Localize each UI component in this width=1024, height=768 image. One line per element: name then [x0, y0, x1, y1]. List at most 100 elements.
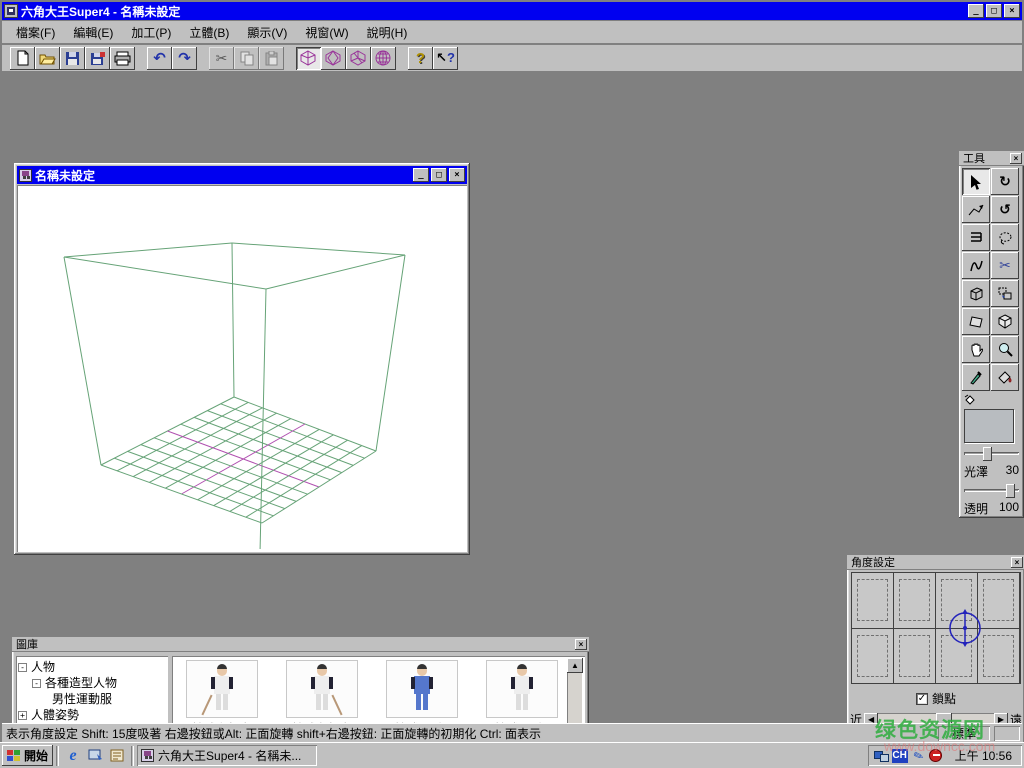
- rotate-ccw-tool-button[interactable]: ↺: [991, 196, 1019, 223]
- display-mode-hidden-line-button[interactable]: [321, 47, 346, 70]
- status-message: 表示角度設定 Shift: 15度吸著 右邊按鈕或Alt: 正面旋轉 shift…: [2, 725, 938, 742]
- align-tool-button[interactable]: [962, 224, 990, 251]
- menu-file[interactable]: 檔案(F): [8, 21, 63, 44]
- display-mode-textured-button[interactable]: [371, 47, 396, 70]
- expand-icon[interactable]: +: [18, 711, 27, 720]
- tools-close-icon[interactable]: ×: [1010, 153, 1022, 164]
- paste-button[interactable]: [259, 47, 284, 70]
- solid-tool-button[interactable]: [962, 280, 990, 307]
- angle-marker-icon[interactable]: [942, 605, 988, 654]
- shaded-cube-icon: [350, 50, 367, 66]
- point-edit-icon: [968, 203, 984, 217]
- copy-button[interactable]: [234, 47, 259, 70]
- menu-window[interactable]: 視窗(W): [297, 21, 356, 44]
- start-button[interactable]: 開始: [2, 745, 53, 766]
- status-bar: 表示角度設定 Shift: 15度吸著 右邊按鈕或Alt: 正面旋轉 shift…: [2, 723, 1022, 742]
- open-file-button[interactable]: [35, 47, 60, 70]
- maximize-button[interactable]: □: [986, 4, 1002, 18]
- gloss-slider[interactable]: [964, 447, 1019, 461]
- menu-view[interactable]: 顯示(V): [239, 21, 295, 44]
- transparency-slider[interactable]: [964, 484, 1019, 498]
- task-app-icon: [141, 749, 154, 762]
- help-button[interactable]: ?: [408, 47, 433, 70]
- collapse-icon[interactable]: -: [18, 663, 27, 672]
- material-color-swatch[interactable]: [964, 409, 1014, 443]
- task-button-active[interactable]: 六角大王Super4 - 名稱未...: [137, 745, 317, 766]
- cut-button[interactable]: ✂: [209, 47, 234, 70]
- angle-settings-palette[interactable]: 角度設定 × ✓ 鎖點 近 ◀ ▶ 遠 鏡頭: [847, 555, 1024, 748]
- angle-grid[interactable]: [851, 572, 1021, 684]
- tree-item-characters[interactable]: - 人物: [18, 659, 166, 675]
- doc-minimize-button[interactable]: _: [413, 168, 429, 182]
- select-tool-button[interactable]: [962, 168, 990, 195]
- tree-item-various-figures[interactable]: - 各種造型人物: [32, 675, 166, 691]
- show-desktop-icon[interactable]: [86, 747, 104, 765]
- scroll-up-icon[interactable]: ▲: [567, 658, 583, 673]
- document-icon: [19, 169, 32, 182]
- lasso-tool-button[interactable]: [991, 224, 1019, 251]
- toolbar: ↶ ↷ ✂ ? ↖?: [2, 45, 1022, 72]
- primitive-tool-button[interactable]: [991, 308, 1019, 335]
- angle-palette-title: 角度設定: [851, 554, 895, 570]
- doc-maximize-button[interactable]: □: [431, 168, 447, 182]
- transparency-value: 100: [999, 500, 1019, 517]
- open-folder-icon: [39, 51, 56, 66]
- print-button[interactable]: [110, 47, 135, 70]
- snap-checkbox[interactable]: ✓: [916, 693, 928, 705]
- context-help-button[interactable]: ↖?: [433, 47, 458, 70]
- context-help-icon: ↖?: [436, 50, 455, 66]
- face-tool-button[interactable]: [962, 308, 990, 335]
- undo-button[interactable]: ↶: [147, 47, 172, 70]
- knife-tool-button[interactable]: ✂: [991, 252, 1019, 279]
- network-tray-icon[interactable]: [874, 749, 889, 762]
- library-titlebar[interactable]: 圖庫 ×: [12, 637, 589, 652]
- copy-icon: [240, 51, 254, 66]
- collapse-icon[interactable]: -: [32, 679, 41, 688]
- rotate-ccw-icon: ↺: [999, 201, 1011, 218]
- curve-icon: [969, 259, 984, 273]
- app-titlebar[interactable]: 六角大王Super4 - 名稱未設定 _ □ ×: [2, 2, 1022, 20]
- point-edit-tool-button[interactable]: [962, 196, 990, 223]
- menu-edit[interactable]: 編輯(E): [65, 21, 121, 44]
- save-image-button[interactable]: [85, 47, 110, 70]
- angle-close-icon[interactable]: ×: [1011, 557, 1023, 568]
- cube-icon: [997, 314, 1013, 329]
- menu-help[interactable]: 說明(H): [359, 21, 416, 44]
- rotate-icon: ↻: [999, 173, 1011, 190]
- tree-item-male-sportswear[interactable]: 男性運動服: [52, 691, 166, 707]
- eyedropper-tool-button[interactable]: [962, 364, 990, 391]
- input-method-icon[interactable]: CH: [892, 749, 908, 763]
- curve-tool-button[interactable]: [962, 252, 990, 279]
- paint-tool-button[interactable]: [991, 364, 1019, 391]
- tools-palette[interactable]: 工具 × ↻ ↺ ✂: [959, 151, 1024, 518]
- document-titlebar[interactable]: 名稱未設定 _ □ ×: [17, 166, 467, 184]
- angle-palette-titlebar[interactable]: 角度設定 ×: [847, 555, 1024, 570]
- gloss-value: 30: [1006, 463, 1019, 480]
- redo-button[interactable]: ↷: [172, 47, 197, 70]
- rotate-tool-button[interactable]: ↻: [991, 168, 1019, 195]
- channels-icon[interactable]: [108, 747, 126, 765]
- minimize-button[interactable]: _: [968, 4, 984, 18]
- display-mode-shaded-button[interactable]: [346, 47, 371, 70]
- display-mode-wireframe-button[interactable]: [296, 47, 321, 70]
- face-tray-icon[interactable]: [929, 749, 942, 762]
- wireframe-cube-drawing: [17, 185, 466, 549]
- zoom-tool-button[interactable]: [991, 336, 1019, 363]
- menu-process[interactable]: 加工(P): [123, 21, 179, 44]
- new-file-button[interactable]: [10, 47, 35, 70]
- transparency-label: 透明: [964, 500, 988, 517]
- doc-close-button[interactable]: ×: [449, 168, 465, 182]
- close-button[interactable]: ×: [1004, 4, 1020, 18]
- document-window[interactable]: 名稱未設定 _ □ ×: [14, 163, 470, 555]
- viewport-3d[interactable]: [17, 185, 467, 552]
- library-close-icon[interactable]: ×: [575, 639, 587, 650]
- taskbar: 開始 e 六角大王Super4 - 名稱未... CH ✎ 上午 10:56: [0, 742, 1024, 768]
- internet-explorer-icon[interactable]: e: [64, 747, 82, 765]
- menu-solid[interactable]: 立體(B): [181, 21, 237, 44]
- tree-item-body-poses[interactable]: + 人體姿勢: [18, 707, 166, 723]
- duplicate-tool-button[interactable]: [991, 280, 1019, 307]
- tools-palette-titlebar[interactable]: 工具 ×: [959, 151, 1024, 166]
- save-button[interactable]: [60, 47, 85, 70]
- pan-tool-button[interactable]: [962, 336, 990, 363]
- pen-tray-icon[interactable]: ✎: [909, 746, 928, 765]
